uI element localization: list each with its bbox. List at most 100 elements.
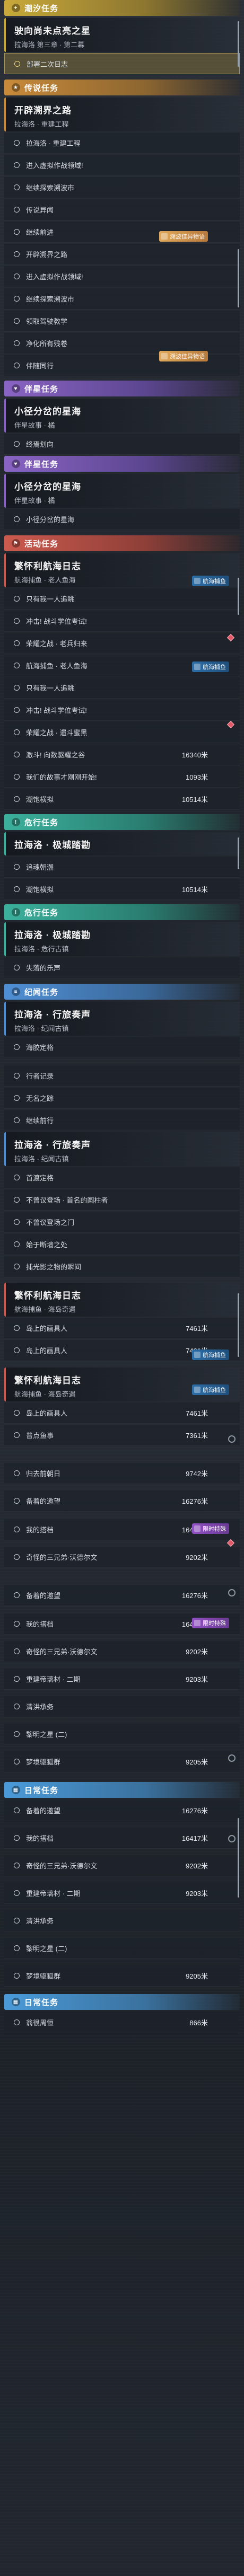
- objective-row[interactable]: 海胶定格: [4, 1037, 240, 1058]
- objective-row[interactable]: 开辟溯界之路: [4, 244, 240, 265]
- objective-row[interactable]: 我的搭档 16417米: [4, 1828, 240, 1849]
- quest-card[interactable]: 拉海洛 · 行旅奏声 拉海洛 · 纪闻古镇: [4, 1002, 240, 1036]
- objective-row[interactable]: 激斗! 向数驱耀之谷 16340米: [4, 744, 240, 765]
- objective-row[interactable]: 潮饱横拟 10514米: [4, 879, 240, 900]
- category-header[interactable]: ♥ 伴星任务: [4, 381, 240, 396]
- flag-icon: ⚑: [12, 539, 20, 548]
- objective-row[interactable]: 小径分岔的星海: [4, 509, 240, 530]
- scrollbar-thumb[interactable]: [238, 837, 239, 869]
- objective-row[interactable]: 备着的邀望 16276米: [4, 1800, 240, 1821]
- tracking-marker-icon[interactable]: [226, 1539, 235, 1547]
- category-header[interactable]: ≡ 纪闻任务: [4, 984, 240, 1000]
- objective-row[interactable]: 终焉划向: [4, 434, 240, 455]
- objective-bullet-icon: [14, 618, 20, 624]
- objective-row[interactable]: 继续探索溯波市: [4, 288, 240, 310]
- objective-row[interactable]: 捕光影之物的瞬间: [4, 1256, 240, 1277]
- quest-card[interactable]: 拉海洛 · 行旅奏声 拉海洛 · 纪闻古镇: [4, 1132, 240, 1166]
- objective-row[interactable]: 不曾议登场之门: [4, 1212, 240, 1233]
- objective-row[interactable]: 奇怪的三兄弟·沃德尔文 9202米: [4, 1641, 240, 1662]
- objective-bullet-icon: [14, 207, 20, 213]
- objective-row[interactable]: 追魂朝潮: [4, 857, 240, 878]
- objective-row[interactable]: 继续前行: [4, 1110, 240, 1131]
- objective-row[interactable]: 归去前朝日 9742米: [4, 1463, 240, 1484]
- objective-row[interactable]: 重建帝璃材 · 二期 9203米: [4, 1883, 240, 1904]
- category-header[interactable]: + 潮汐任务: [4, 0, 240, 16]
- objective-row[interactable]: 清洪承务: [4, 1910, 240, 1931]
- objective-bullet-icon: [14, 1432, 20, 1438]
- category-header[interactable]: ♥ 伴星任务: [4, 456, 240, 472]
- objective-row[interactable]: 部署二次日志: [4, 53, 240, 74]
- quest-card[interactable]: 小径分岔的星海 伴星故事 · 橘: [4, 399, 240, 433]
- category-label: 传说任务: [24, 83, 59, 93]
- objective-distance: 9203米: [186, 1675, 208, 1683]
- objective-text: 失落的乐声: [26, 964, 61, 972]
- quest-card[interactable]: 繁怀利航海日志 航海捕鱼 · 海岛奇遇: [4, 1283, 240, 1317]
- quest-card[interactable]: 拉海洛 · 极城踏勘: [4, 832, 240, 855]
- objective-text: 黎明之星 (二): [26, 1731, 67, 1739]
- scrollbar-thumb[interactable]: [238, 1818, 239, 1898]
- objective-text: 备着的邀望: [26, 1497, 61, 1505]
- objective-row[interactable]: 失落的乐声: [4, 957, 240, 978]
- objective-row[interactable]: 传说异闻: [4, 199, 240, 220]
- quest-card[interactable]: 驶向尚未点亮之星 拉海洛 第三章 · 第二幕: [4, 18, 240, 52]
- objective-row[interactable]: 普点鱼事 7361米: [4, 1425, 240, 1446]
- objective-bullet-icon: [14, 1863, 20, 1868]
- objective-row[interactable]: 只有我一人追眺: [4, 677, 240, 699]
- category-header[interactable]: ★ 传说任务: [4, 80, 240, 95]
- objective-row[interactable]: 清洪承务: [4, 1696, 240, 1717]
- objective-row[interactable]: 黎明之星 (二): [4, 1938, 240, 1959]
- category-label: 危行任务: [24, 908, 59, 918]
- scrollbar-thumb[interactable]: [238, 21, 239, 67]
- objective-row[interactable]: 荣耀之战 · 遗斗蜜黑: [4, 722, 240, 743]
- objective-bullet-icon: [14, 663, 20, 668]
- quest-card[interactable]: 拉海洛 · 极城踏勘 拉海洛 · 危行古镇: [4, 922, 240, 956]
- scrollbar-thumb[interactable]: [238, 1293, 239, 1357]
- objective-row[interactable]: 奇怪的三兄弟·沃德尔文 9202米: [4, 1547, 240, 1568]
- objective-row[interactable]: 冲击! 战斗学位考试!: [4, 700, 240, 721]
- objective-row[interactable]: 继续探索溯波市: [4, 177, 240, 198]
- book-icon: ≡: [12, 987, 20, 996]
- objective-row[interactable]: 岛上的画具人 7461米: [4, 1402, 240, 1424]
- objective-row[interactable]: 黎明之星 (二): [4, 1724, 240, 1745]
- objective-row[interactable]: 进入虚拟作战领域!: [4, 155, 240, 176]
- quest-card[interactable]: 开辟溯界之路 拉海洛 · 重建工程: [4, 98, 240, 131]
- objective-row[interactable]: 重建帝璃材 · 二期 9203米: [4, 1669, 240, 1690]
- objective-row[interactable]: 奇怪的三兄弟·沃德尔文 9202米: [4, 1855, 240, 1876]
- objective-text: 清洪承务: [26, 1703, 54, 1711]
- objective-bullet-icon: [14, 1807, 20, 1813]
- tag-label: 溯波佳异物语: [170, 354, 205, 360]
- objective-row[interactable]: 始于断墙之处: [4, 1234, 240, 1255]
- objective-row[interactable]: 我们的故事才刚刚开始! 1093米: [4, 766, 240, 788]
- objective-row[interactable]: 只有我一人追眺: [4, 588, 240, 610]
- category-header[interactable]: ▦ 日常任务: [4, 1782, 240, 1798]
- category-header[interactable]: ⚑ 活动任务: [4, 535, 240, 551]
- objective-row[interactable]: 进入虚拟作战领域!: [4, 266, 240, 287]
- objective-row[interactable]: 首渡定格: [4, 1167, 240, 1188]
- category-header[interactable]: ! 危行任务: [4, 814, 240, 830]
- objective-row[interactable]: 梦境驱狐群 9205米: [4, 1751, 240, 1772]
- objective-row[interactable]: 翁很周恒 866米: [4, 2012, 240, 2033]
- objective-row[interactable]: 备着的邀望 16276米: [4, 1585, 240, 1606]
- quest-card[interactable]: 小径分岔的星海 伴星故事 · 橘: [4, 474, 240, 508]
- objective-row[interactable]: 无名之踪: [4, 1088, 240, 1109]
- objective-row[interactable]: 备着的邀望 16276米: [4, 1490, 240, 1512]
- objective-distance: 16276米: [181, 1497, 208, 1505]
- scrollbar-thumb[interactable]: [238, 578, 239, 615]
- objective-row[interactable]: 领取驾驶教学: [4, 311, 240, 332]
- objective-row[interactable]: 荣耀之战 · 老兵归来: [4, 633, 240, 654]
- objective-row[interactable]: 冲击! 战斗学位考试!: [4, 611, 240, 632]
- objective-row[interactable]: 行者记录: [4, 1065, 240, 1087]
- objective-row[interactable]: 梦境驱狐群 9205米: [4, 1965, 240, 1987]
- objective-bullet-icon: [14, 60, 20, 67]
- tag-icon: [194, 1620, 201, 1626]
- objective-distance: 10514米: [181, 796, 208, 804]
- objective-text: 岛上的画具人: [26, 1409, 68, 1417]
- objective-row[interactable]: 不曾议登场 · 首名的圆柱者: [4, 1189, 240, 1211]
- category-header[interactable]: ! 危行任务: [4, 904, 240, 920]
- category-header[interactable]: ▦ 日常任务: [4, 1994, 240, 2010]
- scrollbar-thumb[interactable]: [238, 249, 239, 307]
- objective-row[interactable]: 潮饱横拟 10514米: [4, 789, 240, 810]
- objective-text: 继续前进: [26, 228, 54, 236]
- objective-row[interactable]: 岛上的画具人 7461米: [4, 1318, 240, 1339]
- objective-row[interactable]: 拉海洛 · 重建工程: [4, 133, 240, 154]
